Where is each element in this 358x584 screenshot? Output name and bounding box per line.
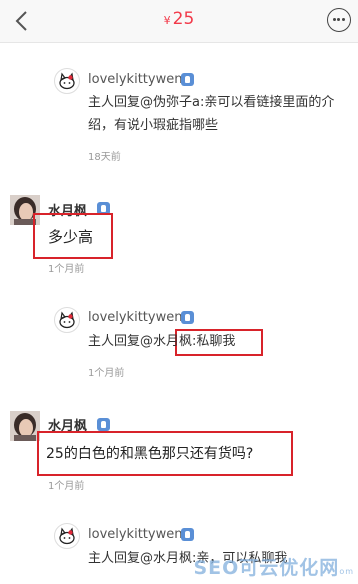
seller-avatar[interactable] <box>54 68 80 94</box>
verified-badge-icon <box>181 528 194 541</box>
comment-username[interactable]: lovelykittywen <box>88 527 182 542</box>
user-avatar[interactable] <box>10 411 40 441</box>
comment-time: 1个月前 <box>88 368 125 379</box>
kitty-logo-icon <box>59 311 75 329</box>
verified-badge-icon <box>181 311 194 324</box>
seller-avatar[interactable] <box>54 307 80 333</box>
comment-username[interactable]: lovelykittywen <box>88 310 182 325</box>
top-bar: ¥25 <box>0 0 358 43</box>
comment-text: 绍，有说小瑕疵指哪些 <box>88 118 219 133</box>
verified-badge-icon <box>181 73 194 86</box>
comment-text: 多少高 <box>48 228 94 246</box>
kitty-logo-icon <box>59 527 75 545</box>
comment-text: 25的白色的和黑色那只还有货吗? <box>46 446 254 462</box>
user-portrait-icon <box>10 411 40 441</box>
comment-text: 主人回复@伪弥子a:亲可以看链接里面的介 <box>88 95 335 110</box>
comment-username[interactable]: lovelykittywen <box>88 72 182 87</box>
verified-badge-icon <box>97 418 110 431</box>
watermark: SEO可云优化网om <box>193 557 354 579</box>
comment-time: 18天前 <box>88 152 121 163</box>
comment-time: 1个月前 <box>48 264 85 275</box>
kitty-logo-icon <box>59 72 75 90</box>
price-label: ¥25 <box>163 9 195 29</box>
comment-time: 1个月前 <box>48 481 85 492</box>
comment-text: 主人回复@水月枫:私聊我 <box>88 334 236 349</box>
seller-avatar[interactable] <box>54 523 80 549</box>
more-dots-icon[interactable] <box>327 8 351 32</box>
